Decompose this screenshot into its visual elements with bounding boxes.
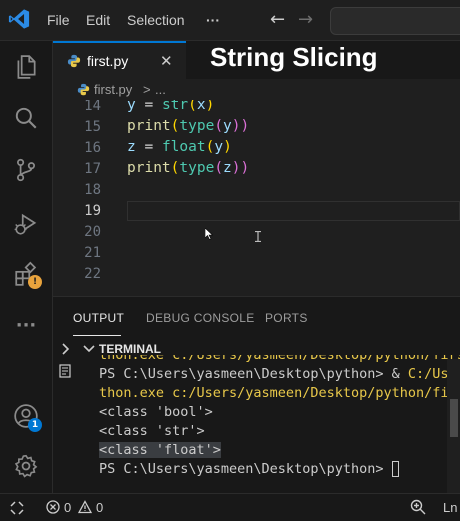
- terminal-line-selected: <class 'float'>: [99, 442, 221, 458]
- bottom-panel: OUTPUT DEBUG CONSOLE PORTS TERMINAL thon…: [53, 296, 460, 494]
- terminal-cursor: [392, 461, 399, 477]
- scrollbar-thumb[interactable]: [450, 399, 458, 437]
- tab-ports[interactable]: PORTS: [265, 311, 308, 325]
- line-number: 20: [84, 224, 101, 240]
- search-icon[interactable]: [13, 105, 39, 131]
- forward-arrow-icon[interactable]: →: [298, 9, 313, 30]
- terminal-line: thon.exe c:/Users/yasmeen/Desktop/python…: [99, 385, 460, 401]
- tab-output[interactable]: OUTPUT: [73, 311, 124, 325]
- code-line: print(type(z)): [127, 160, 250, 176]
- back-arrow-icon[interactable]: ←: [270, 9, 285, 30]
- breadcrumb-rest[interactable]: ...: [155, 82, 166, 97]
- more-views-icon[interactable]: ···: [13, 313, 39, 339]
- title-bar: File Edit Selection ··· ← →: [0, 0, 460, 41]
- error-icon[interactable]: [46, 500, 60, 514]
- line-number: 18: [84, 182, 101, 198]
- current-line-highlight: [127, 201, 460, 221]
- terminal-line: thon.exe c:/Users/yasmeen/Desktop/python…: [99, 355, 460, 363]
- terminal-line: <class 'bool'>: [99, 404, 213, 420]
- accounts-icon[interactable]: 1: [13, 403, 42, 432]
- code-editor[interactable]: 14 15 16 17 18 19 20 21 22 y = str(x) pr…: [53, 100, 460, 296]
- mouse-cursor-icon: [205, 228, 213, 240]
- menu-edit[interactable]: Edit: [86, 12, 110, 28]
- chevron-down-icon[interactable]: [83, 344, 95, 354]
- python-file-icon: [67, 54, 81, 68]
- menu-more[interactable]: ···: [206, 12, 220, 28]
- menu-selection[interactable]: Selection: [127, 12, 185, 28]
- breadcrumb: first.py > ...: [53, 79, 460, 101]
- terminal-list-icon[interactable]: [59, 364, 71, 378]
- breadcrumb-file[interactable]: first.py: [94, 82, 132, 97]
- run-and-debug-icon[interactable]: [13, 211, 39, 237]
- terminal-title: TERMINAL: [99, 342, 161, 356]
- terminal-output[interactable]: thon.exe c:/Users/yasmeen/Desktop/python…: [99, 355, 460, 495]
- line-number: 17: [84, 161, 101, 177]
- menu-file[interactable]: File: [47, 12, 70, 28]
- terminal-prompt-line: PS C:\Users\yasmeen\Desktop\python>: [99, 461, 392, 477]
- code-line: y = str(x): [127, 100, 215, 113]
- settings-gear-icon[interactable]: [13, 453, 39, 479]
- chevron-right-icon[interactable]: [61, 343, 71, 355]
- zoom-icon[interactable]: [410, 499, 426, 515]
- cursor-position[interactable]: Ln: [443, 500, 457, 515]
- warning-icon[interactable]: [78, 500, 92, 514]
- terminal-line: PS C:\Users\yasmeen\Desktop\python> & C:…: [99, 366, 460, 382]
- tab-debug-console[interactable]: DEBUG CONSOLE: [146, 311, 255, 325]
- source-control-icon[interactable]: [13, 157, 39, 183]
- terminal-line: <class 'str'>: [99, 423, 205, 439]
- code-line: print(type(y)): [127, 118, 250, 134]
- video-overlay-title: String Slicing: [210, 42, 378, 72]
- warning-badge-icon: !: [28, 275, 42, 289]
- explorer-icon[interactable]: [13, 54, 39, 80]
- active-tab-indicator: [73, 335, 121, 336]
- line-number: 21: [84, 245, 101, 261]
- line-number: 16: [84, 140, 101, 156]
- python-file-icon: [77, 83, 90, 96]
- status-bar: 0 0 Ln: [0, 493, 460, 521]
- command-center-search[interactable]: [330, 7, 460, 35]
- line-number-current: 19: [84, 203, 101, 219]
- tab-label: first.py: [87, 53, 129, 69]
- line-number: 15: [84, 119, 101, 135]
- text-cursor-icon: [255, 231, 261, 242]
- breadcrumb-separator: >: [143, 82, 151, 97]
- tab-first-py[interactable]: first.py ✕: [53, 41, 186, 79]
- activity-bar: ! ··· 1: [0, 41, 53, 493]
- error-count[interactable]: 0: [64, 500, 71, 515]
- remote-icon[interactable]: [10, 501, 24, 515]
- accounts-badge: 1: [28, 418, 42, 432]
- line-number: 14: [84, 100, 101, 114]
- extensions-icon[interactable]: !: [13, 261, 42, 289]
- vscode-logo-icon[interactable]: [8, 8, 30, 30]
- terminal-scrollbar[interactable]: [447, 359, 460, 494]
- close-tab-icon[interactable]: ✕: [160, 52, 173, 70]
- code-line: z = float(y): [127, 139, 232, 155]
- line-number: 22: [84, 266, 101, 282]
- warning-count[interactable]: 0: [96, 500, 103, 515]
